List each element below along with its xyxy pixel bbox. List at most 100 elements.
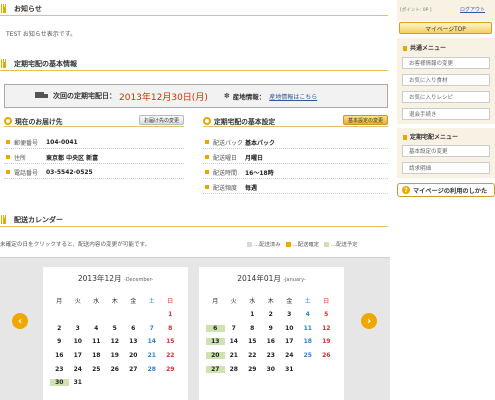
calendar-day[interactable]: 8 xyxy=(161,325,180,332)
calendar-day[interactable]: 10 xyxy=(280,325,299,332)
area-info-link[interactable]: 産地情報はこちら xyxy=(269,92,317,101)
menu-item-invoice[interactable]: 請求明細 xyxy=(402,162,490,174)
basic-info-header: 定期宅配の基本情報 xyxy=(0,57,388,71)
menu-item-favorite-foods[interactable]: お気に入り食材 xyxy=(402,74,490,86)
calendar-day[interactable]: 18 xyxy=(87,352,106,359)
weekday-label: 水 xyxy=(93,298,100,306)
calendar-day[interactable]: 14 xyxy=(225,338,244,345)
calendar-title: 配送カレンダー xyxy=(14,215,63,224)
calendar-day[interactable]: 6 xyxy=(124,325,143,332)
calendar-day[interactable]: 3 xyxy=(280,311,299,318)
calendar-day[interactable]: 13 xyxy=(206,338,225,346)
calendar-day[interactable]: 16 xyxy=(262,338,281,345)
calendar-day[interactable]: 30 xyxy=(262,366,281,373)
legend-label: …配送確定 xyxy=(292,242,320,248)
calendar-day[interactable]: 7 xyxy=(225,325,244,332)
fork-icon xyxy=(1,4,9,13)
calendar-day[interactable]: 26 xyxy=(317,352,336,359)
calendar-day[interactable]: 18 xyxy=(299,338,318,345)
calendar-day[interactable]: 31 xyxy=(69,379,88,386)
calendar-day[interactable]: 17 xyxy=(280,338,299,345)
calendar-day[interactable]: 2 xyxy=(262,311,281,318)
calendar-day[interactable]: 24 xyxy=(280,352,299,359)
calendar-day[interactable]: 4 xyxy=(87,325,106,332)
calendar-day[interactable]: 1 xyxy=(243,311,262,318)
address-row: 電話番号 03-5542-0525 xyxy=(4,166,184,179)
calendar-day[interactable]: 22 xyxy=(243,352,262,359)
calendar-day[interactable]: 20 xyxy=(124,352,143,359)
calendar-day[interactable]: 28 xyxy=(143,366,162,373)
calendar-day[interactable]: 10 xyxy=(69,338,88,345)
calendar-day[interactable]: 23 xyxy=(262,352,281,359)
calendar-day[interactable]: 29 xyxy=(243,366,262,373)
calendar-day[interactable]: 13 xyxy=(124,338,143,345)
week-row: 12345 xyxy=(206,308,336,322)
week-row: 27 28 29 30 31 xyxy=(206,362,336,376)
calendar-day[interactable]: 3 xyxy=(69,325,88,332)
menu-item-customer-info[interactable]: お客様情報の変更 xyxy=(402,57,490,69)
calendar-day[interactable]: 4 xyxy=(299,311,318,318)
help-button[interactable]: ? マイページの利用のしかた xyxy=(397,183,495,197)
calendar-day[interactable]: 27 xyxy=(206,365,225,373)
calendar-day[interactable]: 27 xyxy=(124,366,143,373)
next-month-button[interactable]: › xyxy=(361,313,377,329)
fork-icon xyxy=(1,215,9,224)
bullet-icon xyxy=(205,185,209,189)
calendar-day[interactable]: 9 xyxy=(262,325,281,332)
calendar-day[interactable]: 14 xyxy=(143,338,162,345)
calendar-day[interactable]: 17 xyxy=(69,352,88,359)
calendar-legend: …配送済み …配送確定 …配送予定 xyxy=(242,240,358,248)
weekday-label: 火 xyxy=(230,298,237,306)
calendar-day[interactable]: 11 xyxy=(299,325,318,332)
mypage-top-button[interactable]: マイページTOP xyxy=(399,22,492,34)
truck-icon xyxy=(35,92,49,100)
calendar-day[interactable]: 31 xyxy=(280,366,299,373)
calendar-day[interactable]: 9 xyxy=(50,338,69,345)
logout-link[interactable]: ログアウト xyxy=(460,6,485,13)
legend-swatch-planned xyxy=(324,241,329,247)
menu-item-favorite-recipes[interactable]: お気に入りレシピ xyxy=(402,91,490,103)
calendar-day[interactable]: 20 xyxy=(206,352,225,360)
calendar-day[interactable]: 25 xyxy=(299,352,318,359)
calendar-day[interactable]: 26 xyxy=(106,366,125,373)
address-header: 現在のお届け先 お届け先の変更 xyxy=(4,115,184,127)
week-row: 23 24 25 26 27 28 29 xyxy=(50,362,180,376)
month-english: -December- xyxy=(123,277,154,283)
calendar-day[interactable]: 19 xyxy=(106,352,125,359)
calendar-day[interactable]: 23 xyxy=(50,366,69,373)
change-address-button[interactable]: お届け先の変更 xyxy=(138,115,184,125)
calendar-day[interactable]: 6 xyxy=(206,324,225,332)
calendar-day[interactable]: 12 xyxy=(317,325,336,332)
change-settings-button[interactable]: 基本設定の変更 xyxy=(342,115,388,125)
calendar-day[interactable]: 12 xyxy=(106,338,125,345)
month-heading: 2013年12月 -December- xyxy=(43,273,188,284)
calendar-day[interactable]: 5 xyxy=(317,311,336,318)
calendar-day[interactable]: 21 xyxy=(225,352,244,359)
calendar-day[interactable]: 15 xyxy=(161,338,180,345)
calendar-day[interactable]: 5 xyxy=(106,325,125,332)
bullet-icon xyxy=(205,155,209,159)
calendar-day[interactable]: 15 xyxy=(243,338,262,345)
legend-label: …配送予定 xyxy=(331,242,358,248)
calendar-day[interactable]: 8 xyxy=(243,325,262,332)
calendar-day[interactable]: 21 xyxy=(143,352,162,359)
calendar-day[interactable]: 24 xyxy=(69,366,88,373)
calendar-day[interactable]: 22 xyxy=(161,352,180,359)
calendar-day[interactable]: 2 xyxy=(50,325,69,332)
calendar-day[interactable]: 25 xyxy=(87,366,106,373)
calendar-day[interactable]: 7 xyxy=(143,325,162,332)
calendar-day[interactable]: 29 xyxy=(161,366,180,373)
menu-item-withdraw[interactable]: 退会手続き xyxy=(402,108,490,120)
menu-item-change-settings[interactable]: 基本設定の変更 xyxy=(402,145,490,157)
weekday-label: 木 xyxy=(267,298,274,306)
calendar-day[interactable]: 11 xyxy=(87,338,106,345)
calendar-day[interactable]: 30 xyxy=(50,379,69,387)
calendar-day[interactable]: 1 xyxy=(161,311,180,318)
address-key: 電話番号 xyxy=(14,169,39,177)
calendar-day[interactable]: 19 xyxy=(317,338,336,345)
week-row: 9 10 11 12 13 14 15 xyxy=(50,335,180,349)
calendar-day[interactable]: 16 xyxy=(50,352,69,359)
next-delivery-label: 次回の定期宅配日： xyxy=(53,92,116,100)
prev-month-button[interactable]: ‹ xyxy=(12,313,28,329)
calendar-day[interactable]: 28 xyxy=(225,366,244,373)
